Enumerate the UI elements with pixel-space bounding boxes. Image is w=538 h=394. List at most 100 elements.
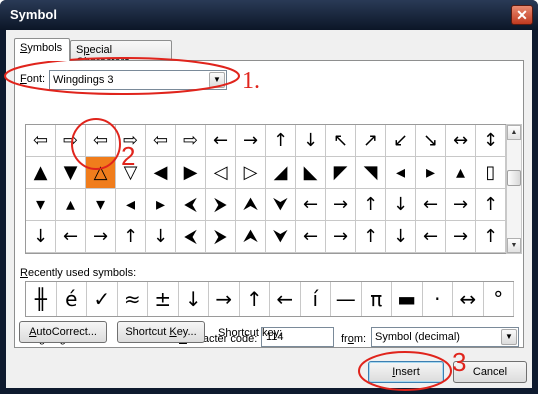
symbol-cell[interactable]: → [326,221,356,253]
symbol-cell[interactable]: ↑ [476,221,506,253]
symbol-cell[interactable]: ↘ [416,125,446,157]
symbols-panel: Font: Wingdings 3 ▼ ⇦ ⇨ ⇦ ⇨ ⇦ ⇨ ← → ↑ ↓ ↖ ↗ ↙ ↘ ↔ ↕ ▲ ▼ △ ▽… [14,60,524,348]
scroll-down-icon[interactable]: ▼ [507,238,521,253]
symbol-cell[interactable]: ◁ [206,157,236,189]
symbol-cell[interactable]: ⮝ [236,221,266,253]
recent-symbol[interactable]: ° [484,282,514,316]
recent-symbol[interactable]: ± [148,282,179,316]
scroll-up-icon[interactable]: ▲ [507,125,521,140]
symbol-cell[interactable]: ← [296,221,326,253]
recent-symbol[interactable]: — [331,282,362,316]
symbol-cell[interactable]: ⮞ [206,189,236,221]
recent-symbol[interactable]: ✓ [87,282,118,316]
autocorrect-button[interactable]: AutoCorrect... [19,321,107,343]
symbol-cell[interactable]: ↓ [146,221,176,253]
shortcut-key-button[interactable]: Shortcut Key... [117,321,205,343]
scroll-thumb[interactable] [507,170,521,186]
symbol-cell[interactable]: ⮟ [266,189,296,221]
symbol-cell[interactable]: ↗ [356,125,386,157]
symbol-cell[interactable]: ▶ [176,157,206,189]
symbol-cell[interactable]: ◣ [296,157,326,189]
symbol-cell[interactable]: → [236,125,266,157]
cancel-button[interactable]: Cancel [453,361,527,383]
symbol-cell[interactable]: ← [296,189,326,221]
symbol-cell[interactable]: → [446,221,476,253]
symbol-cell[interactable]: ↖ [326,125,356,157]
symbol-cell[interactable]: ← [416,189,446,221]
symbol-cell[interactable]: ◥ [356,157,386,189]
symbol-cell[interactable]: ◢ [266,157,296,189]
symbol-cell[interactable]: ▴ [446,157,476,189]
symbol-cell[interactable]: ⇨ [56,125,86,157]
symbol-cell[interactable]: ↓ [296,125,326,157]
tab-symbols[interactable]: Symbols [14,38,70,61]
symbol-cell[interactable]: ◀ [146,157,176,189]
recent-symbol[interactable]: → [209,282,240,316]
recent-symbol[interactable]: ↓ [179,282,209,316]
symbol-cell[interactable]: ↕ [476,125,506,157]
symbol-cell[interactable]: ▲ [26,157,56,189]
recent-symbol[interactable]: ╫ [26,282,57,316]
symbol-cell[interactable]: ↔ [446,125,476,157]
close-button[interactable]: ✕ [511,5,533,25]
symbol-cell[interactable]: ↓ [386,221,416,253]
symbol-cell[interactable]: ⇦ [86,125,116,157]
symbol-cell-selected[interactable]: △ [86,157,116,189]
symbol-cell[interactable]: ▾ [26,189,56,221]
from-select-value: Symbol (decimal) [375,331,460,343]
recent-symbol[interactable]: ≈ [118,282,148,316]
symbol-cell[interactable]: ◂ [386,157,416,189]
tab-special-characters[interactable]: Special Characters [70,40,172,68]
chevron-down-icon[interactable]: ▼ [209,72,225,88]
symbol-cell[interactable]: ⇨ [176,125,206,157]
insert-button[interactable]: Insert [368,361,444,383]
symbol-cell[interactable]: → [86,221,116,253]
recent-symbol[interactable]: ▬ [392,282,423,316]
symbol-cell[interactable]: ↙ [386,125,416,157]
symbol-cell[interactable]: ⇦ [146,125,176,157]
recent-symbol[interactable]: · [423,282,453,316]
symbol-cell[interactable]: ← [206,125,236,157]
symbol-cell[interactable]: ▽ [116,157,146,189]
symbol-cell[interactable]: ◤ [326,157,356,189]
symbol-cell[interactable]: ↑ [266,125,296,157]
symbol-cell[interactable]: ↑ [116,221,146,253]
symbol-cell[interactable]: ⇦ [26,125,56,157]
symbol-cell[interactable]: ▸ [416,157,446,189]
symbol-cell[interactable]: ↓ [26,221,56,253]
symbol-cell[interactable]: → [326,189,356,221]
recent-symbol[interactable]: í [301,282,331,316]
symbol-cell[interactable]: ← [56,221,86,253]
font-label: Font: [20,73,46,85]
symbol-cell[interactable]: ⮟ [266,221,296,253]
recent-symbol[interactable]: ↔ [453,282,484,316]
symbol-cell[interactable]: ↓ [386,189,416,221]
symbol-cell[interactable]: ▾ [86,189,116,221]
recent-symbol[interactable]: π [362,282,392,316]
symbol-cell[interactable]: ↑ [356,189,386,221]
symbol-cell[interactable]: ▷ [236,157,266,189]
from-select[interactable]: Symbol (decimal) ▼ [371,327,519,347]
symbol-cell[interactable]: ⮜ [176,221,206,253]
symbol-cell[interactable]: ↑ [476,189,506,221]
dialog-title: Symbol [10,7,57,22]
symbol-cell[interactable]: → [446,189,476,221]
symbol-cell[interactable]: ▼ [56,157,86,189]
symbol-cell[interactable]: ▯ [476,157,506,189]
title-bar: Symbol ✕ [0,0,538,30]
recent-symbol[interactable]: ↑ [240,282,270,316]
symbol-cell[interactable]: ← [416,221,446,253]
symbol-grid-scrollbar[interactable]: ▲ ▼ [506,124,522,254]
symbol-cell[interactable]: ⇨ [116,125,146,157]
recent-symbol[interactable]: é [57,282,87,316]
symbol-cell[interactable]: ⮝ [236,189,266,221]
recent-symbol[interactable]: ← [270,282,301,316]
symbol-cell[interactable]: ◂ [116,189,146,221]
symbol-cell[interactable]: ▴ [56,189,86,221]
symbol-cell[interactable]: ↑ [356,221,386,253]
chevron-down-icon[interactable]: ▼ [501,329,517,345]
symbol-cell[interactable]: ▸ [146,189,176,221]
symbol-cell[interactable]: ⮜ [176,189,206,221]
symbol-cell[interactable]: ⮞ [206,221,236,253]
font-select[interactable]: Wingdings 3 ▼ [49,70,227,90]
